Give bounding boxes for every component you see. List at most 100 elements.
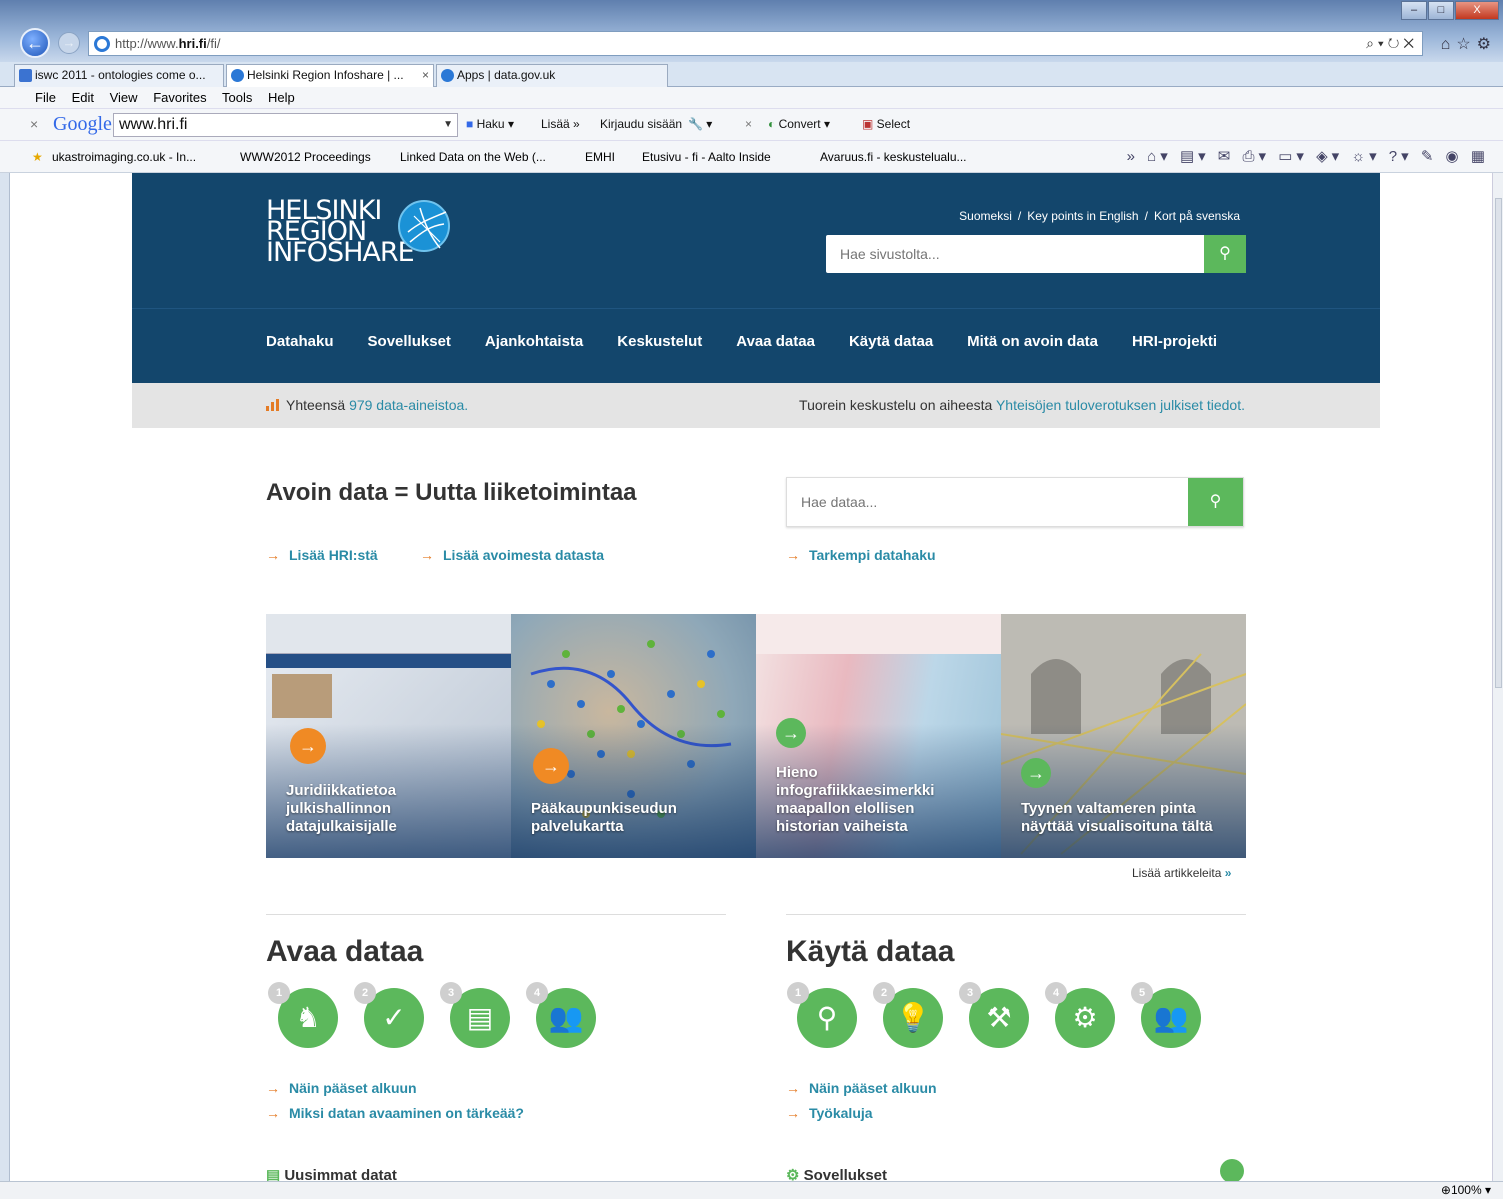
uusimmat-datat-heading: ▤ Uusimmat datat [266,1166,397,1181]
back-button[interactable]: ← [20,28,50,58]
nav-avaa-dataa[interactable]: Avaa dataa [736,333,815,355]
search-icon: ⚲ [1209,493,1222,510]
menu-file[interactable]: File [35,90,56,105]
menu-tools[interactable]: Tools [222,90,252,105]
zoom-control[interactable]: ⊕100% ▾ [1441,1182,1491,1199]
expand-button[interactable] [1220,1159,1244,1181]
step-number: 5 [1131,982,1153,1004]
kayta-step-2[interactable]: 2 💡 [873,982,943,1048]
menu-view[interactable]: View [110,90,138,105]
more-articles-label: Lisää artikkeleita [1132,866,1222,880]
sign-in-button[interactable]: Kirjaudu sisään [600,117,682,131]
settings-gear-icon[interactable]: ⚙ [1477,36,1497,53]
address-bar[interactable]: http://www.hri.fi/fi/ ⌕ ▾ ↻ ✕ [88,31,1423,56]
tab-iswc[interactable]: iswc 2011 - ontologies come o... [14,64,224,87]
favorite-ukastroimaging[interactable]: ukastroimaging.co.uk - In... [52,141,196,173]
tab-close-button[interactable]: × [422,65,429,86]
address-tools[interactable]: ⌕ ▾ ↻ ✕ [1366,32,1414,55]
menu-edit[interactable]: Edit [72,90,94,105]
menu-help[interactable]: Help [268,90,295,105]
arrow-right-icon: → [290,728,326,764]
tile-image-band [266,654,511,668]
favorite-aalto[interactable]: Etusivu - fi - Aalto Inside [642,141,771,173]
site-search-button[interactable]: ⚲ [1204,235,1246,273]
kayta-link-alkuun[interactable]: → Näin pääset alkuun [786,1080,937,1096]
kayta-step-5[interactable]: 5 👥 [1131,982,1201,1048]
lang-english[interactable]: Key points in English [1027,209,1138,223]
lang-suomeksi[interactable]: Suomeksi [959,209,1012,223]
link-label: Työkaluja [809,1105,873,1121]
nav-sovellukset[interactable]: Sovellukset [368,333,451,355]
lang-svenska[interactable]: Kort på svenska [1154,209,1240,223]
favorites-star-icon[interactable]: ★ [32,141,43,173]
kayta-step-1[interactable]: 1 ⚲ [787,982,857,1048]
magnifier-icon: ⚲ [816,1002,838,1033]
avaa-step-2[interactable]: 2 ✓ [354,982,424,1048]
google-search-input[interactable]: www.hri.fi ▼ [113,113,458,137]
favorites-star-icon[interactable]: ☆ [1456,36,1476,53]
data-search: ⚲ [786,477,1244,527]
maximize-button[interactable]: □ [1428,1,1454,20]
command-bar-icons[interactable]: » ⌂▾ ▤▾ ✉ ⎙▾ ▭▾ ◈▾ ☼▾ ?▾ ✎ ◉ ▦ [1127,141,1489,173]
avaa-step-4[interactable]: 4 👥 [526,982,596,1048]
arrow-right-icon: → [266,547,280,563]
close-icon[interactable]: × [745,117,752,131]
nav-keskustelut[interactable]: Keskustelut [617,333,702,355]
total-datasets-link[interactable]: 979 data-aineistoa. [349,397,468,413]
home-icon[interactable]: ⌂ [1441,36,1457,53]
data-search-button[interactable]: ⚲ [1188,478,1243,526]
close-toolbar-icon[interactable]: × [30,116,38,132]
favorite-linked-data[interactable]: Linked Data on the Web (... [400,141,546,173]
vertical-scrollbar[interactable] [1492,173,1503,1181]
site-search-input[interactable] [826,235,1204,273]
total-prefix: Yhteensä [286,397,346,413]
window-controls: – □ X [1401,1,1499,20]
hri-logo[interactable]: HELSINKI REGION INFOSHARE [266,197,415,266]
nav-datahaku[interactable]: Datahaku [266,333,334,355]
link-lisaa-hri[interactable]: → Lisää HRI:stä [266,547,378,563]
scroll-thumb[interactable] [1495,198,1502,688]
article-tile-tyyni-valtameri[interactable]: → Tyynen valtameren pinta näyttää visual… [1001,614,1246,858]
favorites-bar: ★ ukastroimaging.co.uk - In... WWW2012 P… [0,141,1503,173]
more-articles-link[interactable]: Lisää artikkeleita » [1132,866,1231,880]
article-tile-palvelukartta[interactable]: → Pääkaupunkiseudun palvelukartta [511,614,756,858]
favorite-avaruus[interactable]: Avaruus.fi - keskustelualu... [820,141,967,173]
zoom-icon: ⊕ [1440,1183,1451,1197]
minimize-button[interactable]: – [1401,1,1427,20]
latest-discussion-link[interactable]: Yhteisöjen tuloverotuksen julkiset tiedo… [996,397,1245,413]
article-tile-finlex[interactable]: → Juridiikkatietoa julkishallinnon dataj… [266,614,511,858]
haku-button[interactable]: ■ Haku ▾ [466,117,514,131]
tile-shade [1001,723,1246,858]
nav-kayta-dataa[interactable]: Käytä dataa [849,333,933,355]
step-number: 1 [787,982,809,1004]
close-window-button[interactable]: X [1455,1,1499,20]
forward-button[interactable]: → [58,32,80,54]
kayta-link-tyokaluja[interactable]: → Työkaluja [786,1105,873,1121]
lisaa-button[interactable]: Lisää » [541,117,580,131]
avaa-step-3[interactable]: 3 ▤ [440,982,510,1048]
heading-label: Uusimmat datat [284,1167,397,1181]
arrow-right-icon: → [1021,758,1051,788]
convert-button[interactable]: ◐ Convert ▾ [768,117,830,131]
data-search-input[interactable] [787,478,1187,526]
tab-hri[interactable]: Helsinki Region Infoshare | ... × [226,64,434,87]
haku-label: Haku [476,117,505,131]
wrench-icon[interactable]: 🔧 ▾ [688,117,712,131]
tab-datagov[interactable]: Apps | data.gov.uk [436,64,668,87]
kayta-step-3[interactable]: 3 ⚒ [959,982,1029,1048]
menu-favorites[interactable]: Favorites [153,90,206,105]
nav-hri-projekti[interactable]: HRI-projekti [1132,333,1217,355]
avaa-link-alkuun[interactable]: → Näin pääset alkuun [266,1080,417,1096]
link-tarkempi-datahaku[interactable]: → Tarkempi datahaku [786,547,936,563]
chevron-down-icon[interactable]: ▼ [443,114,453,136]
nav-ajankohtaista[interactable]: Ajankohtaista [485,333,583,355]
article-tile-infografiikka[interactable]: → Hieno infografiikkaesimerkki maapallon… [756,614,1001,858]
kayta-step-4[interactable]: 4 ⚙ [1045,982,1115,1048]
nav-mita-on-avoin-data[interactable]: Mitä on avoin data [967,333,1098,355]
avaa-step-1[interactable]: 1 ♞ [268,982,338,1048]
favorite-www2012[interactable]: WWW2012 Proceedings [240,141,371,173]
avaa-link-miksi[interactable]: → Miksi datan avaaminen on tärkeää? [266,1105,524,1121]
select-button[interactable]: ▣ Select [862,117,910,131]
favorite-emhi[interactable]: EMHI [585,141,615,173]
link-lisaa-avoimesta[interactable]: → Lisää avoimesta datasta [420,547,604,563]
